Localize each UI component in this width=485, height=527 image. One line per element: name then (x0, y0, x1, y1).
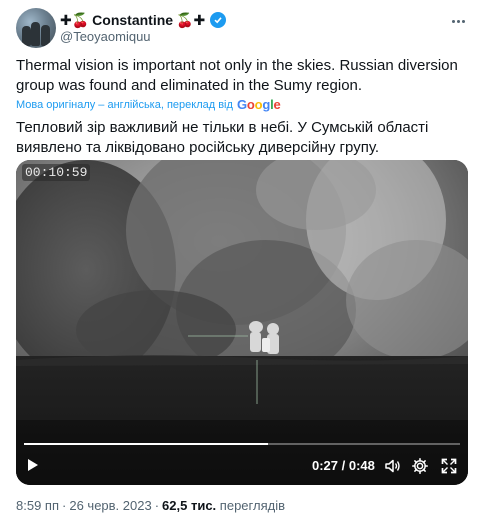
views-label: переглядів (219, 498, 285, 513)
tweet-date[interactable]: 26 черв. 2023 (69, 498, 151, 513)
translation-note-text: Мова оригіналу – англійська, переклад ві… (16, 98, 233, 111)
avatar-figure (31, 22, 40, 46)
progress-fill (24, 443, 269, 445)
time-separator: / (338, 458, 349, 473)
meta-separator: · (154, 498, 160, 513)
duration: 0:48 (348, 458, 375, 473)
volume-icon[interactable] (383, 457, 401, 475)
verified-icon (210, 12, 227, 28)
translation-note[interactable]: Мова оригіналу – англійська, переклад ві… (16, 97, 281, 112)
video-timestamp-overlay: 00:10:59 (22, 164, 91, 181)
author-handle[interactable]: @Teoyaomiquu (60, 29, 151, 44)
video-frame (16, 160, 468, 485)
tweet-text: Thermal vision is important not only in … (16, 57, 458, 94)
current-time: 0:27 (312, 458, 339, 473)
play-icon[interactable] (28, 459, 38, 471)
avatar-figure (22, 26, 31, 46)
author-name-row[interactable]: ✚🍒 Constantine 🍒✚ (60, 10, 227, 30)
meta-separator: · (62, 498, 67, 513)
progress-bar[interactable] (24, 443, 460, 445)
video-controls: 0:27 / 0:48 (16, 452, 468, 480)
fullscreen-icon[interactable] (440, 457, 458, 475)
views-count: 62,5 тис. (162, 498, 217, 513)
video-player[interactable]: 00:10:59 0:27 / 0:48 (16, 160, 468, 485)
name-emoji-right: 🍒✚ (176, 12, 206, 28)
tweet-meta: 8:59 пп · 26 черв. 2023 · 62,5 тис. перегляд… (16, 498, 285, 513)
google-logo: Google (236, 97, 281, 112)
more-icon[interactable] (447, 10, 469, 32)
name-emoji-left: ✚🍒 (60, 12, 90, 28)
video-time: 0:27 / 0:48 (312, 458, 375, 473)
translated-text: Тепловий зір важливий не тільки в небі. … (16, 119, 429, 156)
author-name[interactable]: Constantine (92, 12, 173, 28)
avatar-figure (41, 25, 50, 46)
avatar[interactable] (16, 8, 56, 48)
settings-icon[interactable] (411, 457, 429, 475)
tweet-time[interactable]: 8:59 пп (16, 498, 59, 513)
tweet-card: ✚🍒 Constantine 🍒✚ @Teoyaomiquu Thermal v… (0, 0, 485, 527)
